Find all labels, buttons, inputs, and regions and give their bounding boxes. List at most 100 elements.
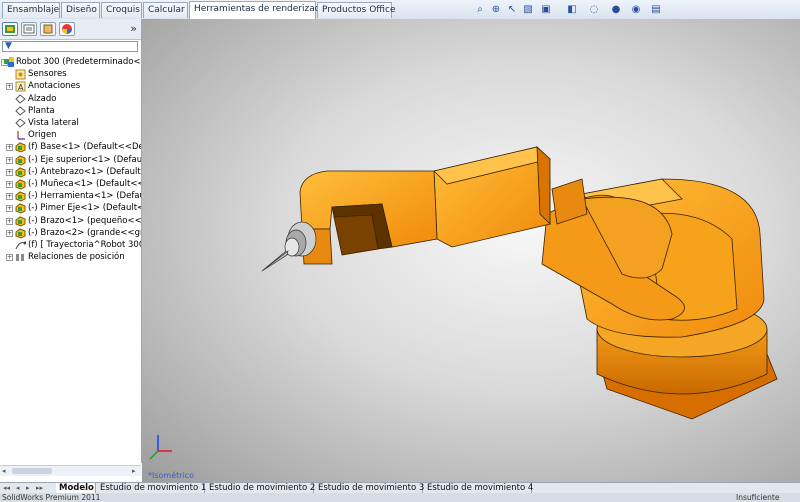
scroll-right-icon[interactable]: ▸ bbox=[132, 467, 136, 475]
tree-item-label: Robot 300 (Predeterminado<Est bbox=[16, 57, 141, 67]
part-icon bbox=[15, 155, 26, 166]
tree-item[interactable]: + (-) Antebrazo<1> (Default<< bbox=[0, 166, 141, 178]
appearance-icon[interactable]: ● bbox=[610, 4, 622, 16]
sensor-icon bbox=[15, 69, 26, 80]
first-tab-icon[interactable]: ◂◂ bbox=[3, 484, 10, 492]
last-tab-icon[interactable]: ▸▸ bbox=[36, 484, 43, 492]
expand-icon[interactable]: + bbox=[6, 144, 13, 152]
property-icon bbox=[23, 24, 35, 34]
property-manager-tab[interactable] bbox=[21, 22, 37, 36]
tab-diseno[interactable]: Diseño bbox=[61, 2, 100, 18]
robot-model[interactable] bbox=[142, 19, 800, 482]
feature-manager-tab[interactable] bbox=[2, 22, 18, 36]
status-rebuild: Insuficiente bbox=[736, 493, 780, 502]
tree-item[interactable]: + A Anotaciones bbox=[0, 80, 141, 92]
tree-item[interactable]: (f) [ Trayectoria^Robot 300 ] bbox=[0, 239, 141, 251]
expand-icon[interactable]: + bbox=[6, 181, 13, 188]
tree-item[interactable]: Sensores bbox=[0, 68, 141, 80]
tree-item[interactable]: + Relaciones de posición bbox=[0, 251, 141, 263]
tab-productos-office[interactable]: Productos Office bbox=[317, 2, 396, 18]
tree-item[interactable]: Vista lateral bbox=[0, 117, 141, 129]
command-manager-tabs: Ensamblaje Diseño Croquis Calcular Herra… bbox=[0, 0, 800, 20]
mates-icon bbox=[15, 252, 25, 262]
feature-tree-icon bbox=[5, 25, 15, 33]
tree-item[interactable]: + (-) Muñeca<1> (Default<<D bbox=[0, 178, 141, 190]
part-icon bbox=[15, 203, 26, 214]
tab-herramientas-de-renderizado[interactable]: Herramientas de renderizado bbox=[189, 1, 326, 19]
view-orientation-icon[interactable]: ▣ bbox=[540, 4, 552, 16]
expand-icon[interactable]: + bbox=[6, 83, 13, 91]
tree-item-label: (-) Antebrazo<1> (Default<< bbox=[28, 166, 141, 177]
tree-item[interactable]: + (-) Eje superior<1> (Default< bbox=[0, 154, 141, 166]
filter-row: ▼ bbox=[0, 40, 141, 54]
tree-item[interactable]: Planta bbox=[0, 105, 141, 117]
tree-item[interactable]: Origen bbox=[0, 129, 141, 141]
tree-item-label: (-) Muñeca<1> (Default<<D bbox=[28, 179, 141, 189]
tree-item-label: Sensores bbox=[28, 69, 67, 80]
svg-text:A: A bbox=[18, 83, 24, 92]
tree-item-label: (-) Brazo<1> (pequeño<<pe bbox=[28, 215, 141, 226]
prev-tab-icon[interactable]: ◂ bbox=[16, 484, 20, 492]
panel-tabs: » bbox=[0, 19, 141, 40]
annotation-icon: A bbox=[15, 81, 26, 92]
tree-item-label: (-) Brazo<2> (grande<<gran bbox=[28, 227, 141, 238]
tree-item-label: (-) Herramienta<1> (Default bbox=[28, 191, 141, 202]
previous-view-icon[interactable]: ↖ bbox=[506, 4, 518, 16]
filter-icon[interactable]: ▼ bbox=[5, 41, 12, 51]
collapse-panel-icon[interactable]: » bbox=[130, 22, 137, 35]
tree-item[interactable]: + (-) Brazo<1> (pequeño<<pe bbox=[0, 215, 141, 227]
scroll-thumb[interactable] bbox=[12, 468, 52, 474]
tab-calcular[interactable]: Calcular bbox=[143, 2, 188, 18]
expand-icon[interactable]: + bbox=[6, 156, 13, 164]
graphics-area[interactable] bbox=[142, 19, 800, 482]
tree-item-label: Planta bbox=[28, 105, 55, 116]
configuration-icon bbox=[43, 24, 53, 34]
coordinate-triad bbox=[149, 435, 172, 460]
part-icon bbox=[15, 179, 26, 190]
tree-item[interactable]: Alzado bbox=[0, 93, 141, 105]
expand-icon[interactable]: + bbox=[6, 205, 13, 213]
expand-icon[interactable]: + bbox=[6, 193, 13, 201]
display-style-icon[interactable]: ◧ bbox=[566, 4, 578, 16]
view-settings-icon[interactable]: ▤ bbox=[650, 4, 662, 16]
next-tab-icon[interactable]: ▸ bbox=[26, 484, 30, 492]
tree-item[interactable]: + (f) Base<1> (Default<<Defau bbox=[0, 141, 141, 153]
tree-filter-input[interactable]: ▼ bbox=[2, 41, 138, 52]
tab-ensamblaje[interactable]: Ensamblaje bbox=[2, 2, 60, 18]
tree-item-label: Alzado bbox=[28, 93, 57, 104]
tree-item-label: Relaciones de posición bbox=[28, 252, 125, 263]
display-manager-tab[interactable] bbox=[59, 22, 75, 36]
expand-icon[interactable]: + bbox=[6, 168, 13, 176]
color-wheel-icon bbox=[62, 24, 72, 34]
tree-item-label: (-) Eje superior<1> (Default< bbox=[28, 154, 141, 165]
status-product: SolidWorks Premium 2011 bbox=[2, 493, 101, 502]
part-icon bbox=[15, 216, 26, 227]
tree-item[interactable]: -Robot 300 (Predeterminado<Est bbox=[0, 56, 141, 68]
status-bar: SolidWorks Premium 2011 Insuficiente bbox=[0, 493, 800, 502]
tree-item-label: Vista lateral bbox=[28, 118, 79, 128]
scroll-left-icon[interactable]: ◂ bbox=[2, 467, 6, 475]
part-icon bbox=[15, 191, 26, 202]
feature-manager-panel: » ▼ -Robot 300 (Predeterminado<EstSensor… bbox=[0, 19, 142, 476]
tree-item[interactable]: + (-) Pimer Eje<1> (Default<<D bbox=[0, 202, 141, 214]
origin-icon bbox=[15, 130, 25, 140]
tree-item[interactable]: + (-) Brazo<2> (grande<<gran bbox=[0, 227, 141, 239]
part-icon bbox=[15, 167, 26, 178]
tree-item-label: Anotaciones bbox=[28, 81, 81, 92]
scene-icon[interactable]: ◉ bbox=[630, 4, 642, 16]
zoom-area-icon[interactable]: ⊕ bbox=[490, 4, 502, 16]
expand-icon[interactable]: + bbox=[6, 217, 13, 225]
hide-show-icon[interactable]: ◌ bbox=[588, 4, 600, 16]
configuration-manager-tab[interactable] bbox=[40, 22, 56, 36]
expand-icon[interactable]: + bbox=[6, 229, 13, 237]
section-view-icon[interactable]: ▧ bbox=[522, 4, 534, 16]
part-icon bbox=[15, 228, 26, 239]
tab-croquis[interactable]: Croquis bbox=[101, 2, 142, 18]
tree-item[interactable]: + (-) Herramienta<1> (Default bbox=[0, 190, 141, 202]
robot-wrist[interactable] bbox=[299, 170, 438, 265]
panel-horizontal-scrollbar[interactable]: ◂ ▸ bbox=[0, 465, 141, 476]
tree-item-label: (f) Base<1> (Default<<Defau bbox=[28, 142, 141, 153]
view-orientation-label: *Isométrico bbox=[148, 471, 195, 480]
zoom-to-fit-icon[interactable]: ⌕ bbox=[474, 4, 486, 16]
expand-icon[interactable]: + bbox=[6, 254, 13, 262]
